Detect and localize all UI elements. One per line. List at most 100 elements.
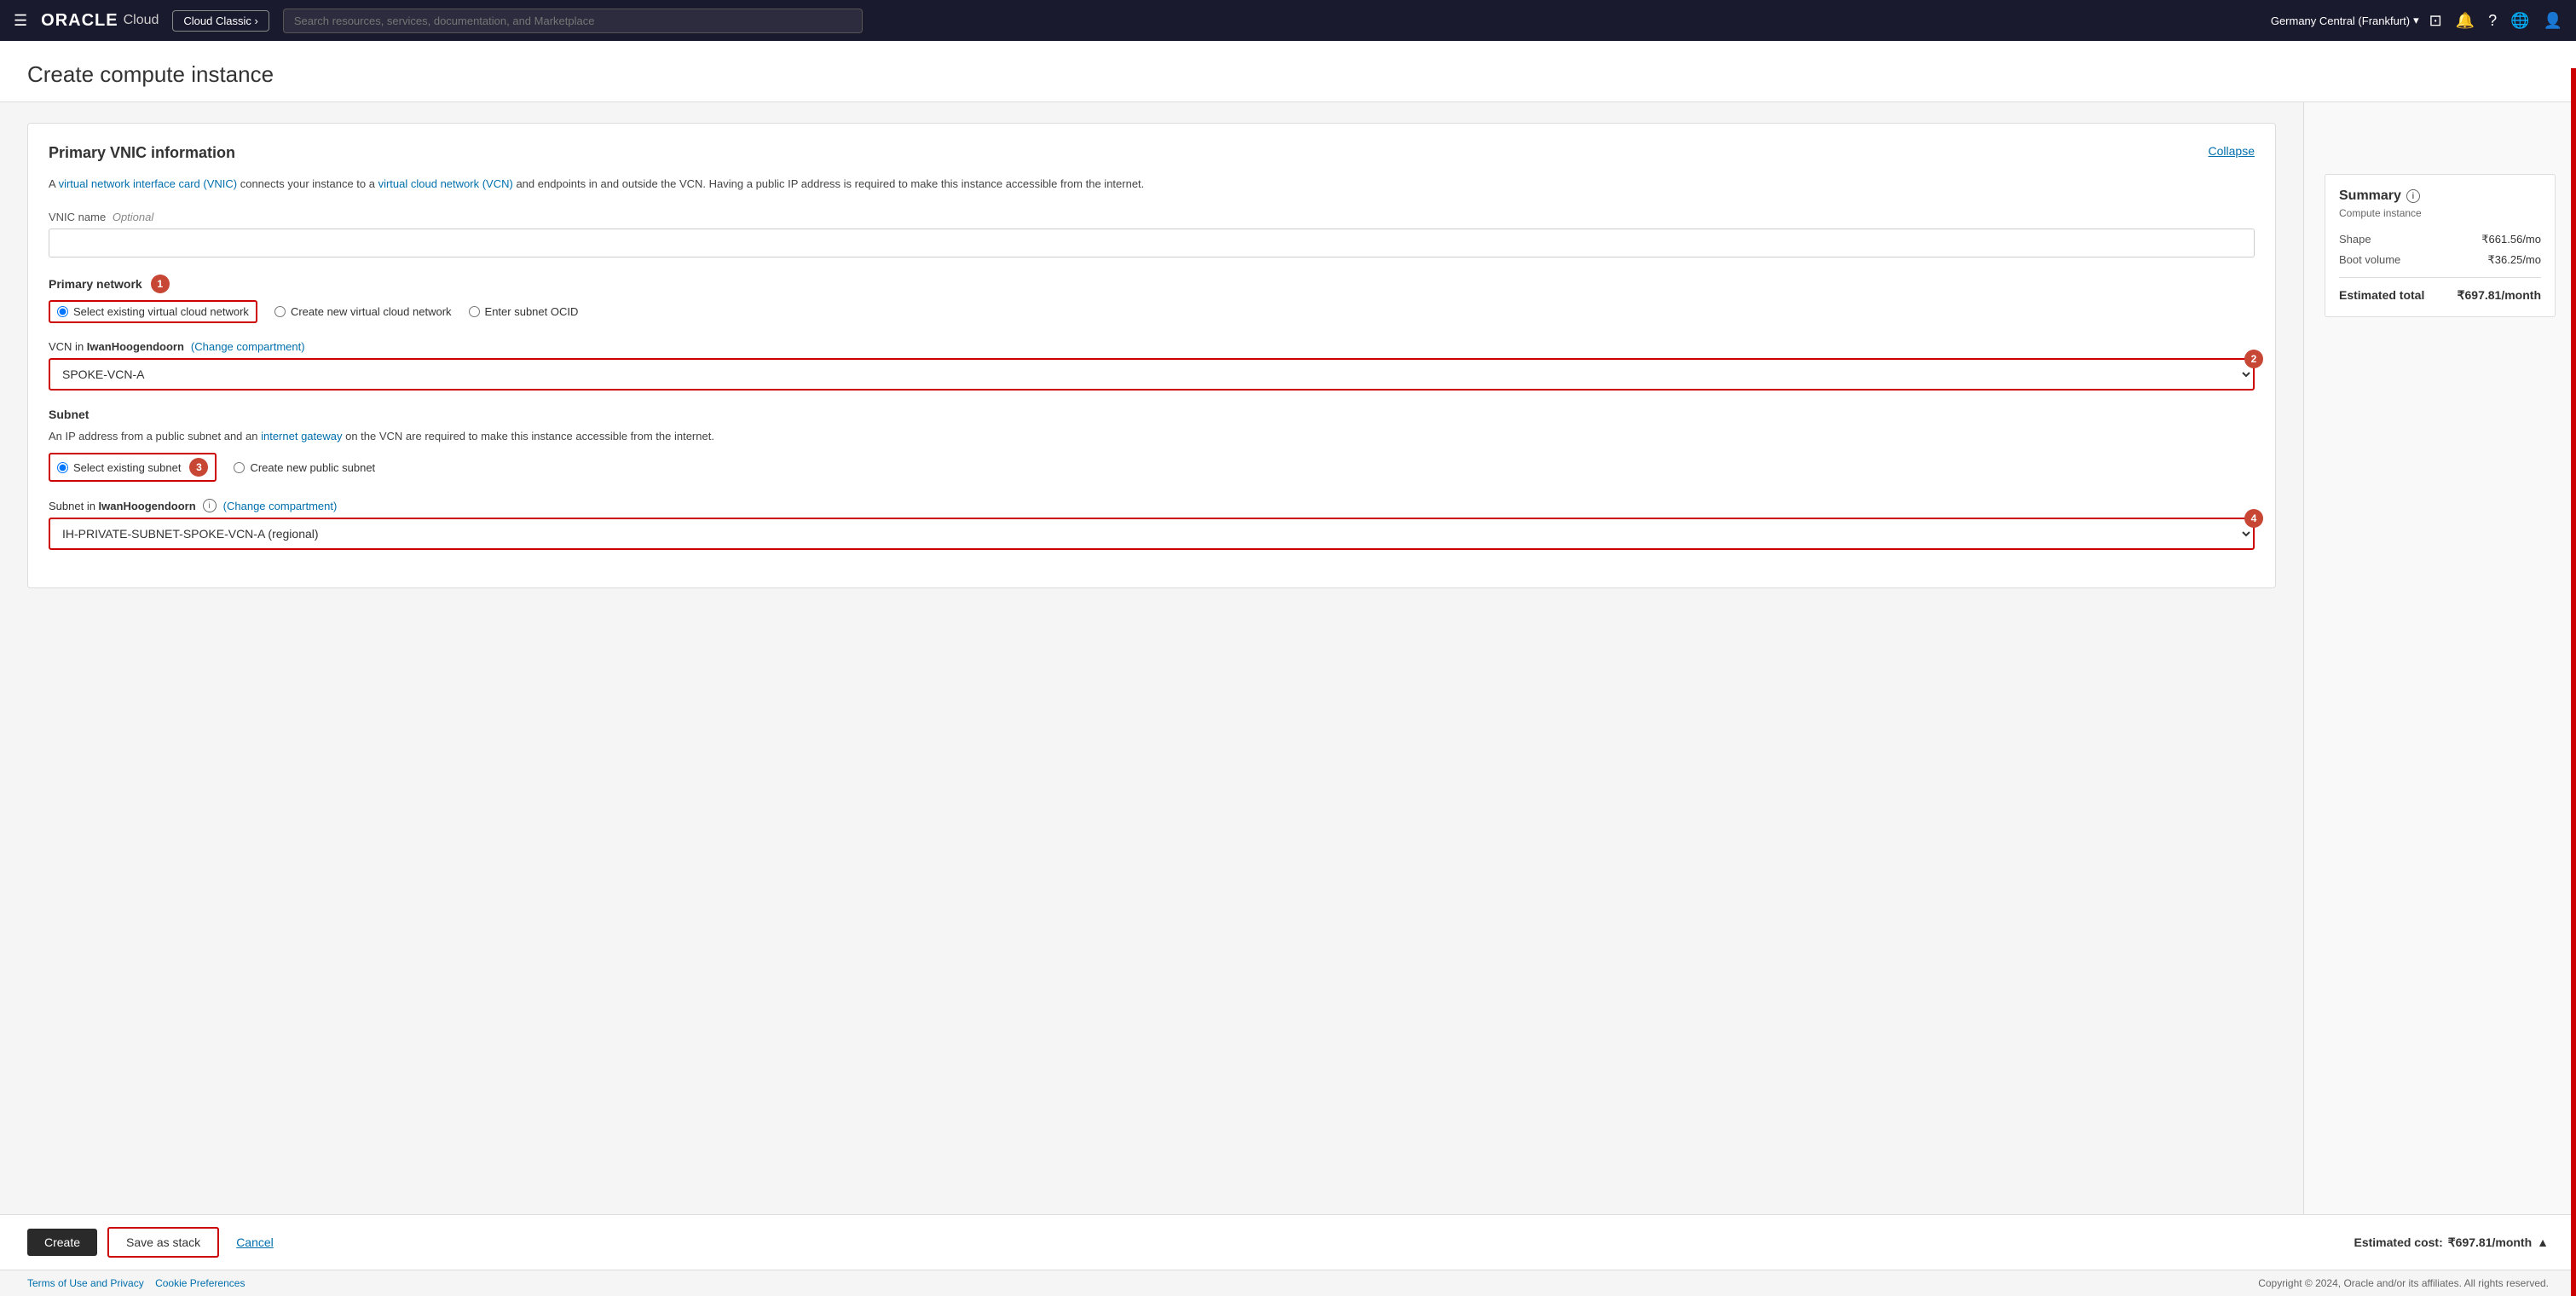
- summary-boot-label: Boot volume: [2339, 253, 2400, 266]
- subnet-label-row: Subnet in IwanHoogendoorn i (Change comp…: [49, 499, 2255, 512]
- region-label: Germany Central (Frankfurt): [2271, 14, 2410, 27]
- vcn-label-row: VCN in IwanHoogendoorn (Change compartme…: [49, 340, 2255, 353]
- summary-subtitle: Compute instance: [2339, 207, 2541, 219]
- vcn-select[interactable]: SPOKE-VCN-A: [49, 358, 2255, 391]
- primary-network-group: Primary network 1 Select existing virtua…: [49, 275, 2255, 323]
- subnet-select-container: IH-PRIVATE-SUBNET-SPOKE-VCN-A (regional)…: [49, 518, 2255, 550]
- enter-subnet-ocid-label[interactable]: Enter subnet OCID: [485, 305, 579, 318]
- terms-link[interactable]: Terms of Use and Privacy: [27, 1277, 144, 1289]
- summary-shape-row: Shape ₹661.56/mo: [2339, 233, 2541, 246]
- vnic-name-group: VNIC name Optional: [49, 211, 2255, 257]
- cookies-link[interactable]: Cookie Preferences: [155, 1277, 245, 1289]
- subnet-section: Subnet An IP address from a public subne…: [49, 408, 2255, 483]
- card-description: A virtual network interface card (VNIC) …: [49, 176, 2255, 194]
- summary-boot-row: Boot volume ₹36.25/mo: [2339, 253, 2541, 267]
- globe-icon[interactable]: 🌐: [2510, 12, 2529, 30]
- search-input[interactable]: [283, 9, 863, 33]
- summary-boot-value: ₹36.25/mo: [2488, 253, 2541, 267]
- select-existing-vcn-radio[interactable]: [57, 306, 68, 317]
- create-button[interactable]: Create: [27, 1229, 97, 1256]
- step-badge-3: 3: [189, 458, 208, 477]
- topnav-icons: ⊡ 🔔 ? 🌐 👤: [2429, 12, 2562, 30]
- console-icon[interactable]: ⊡: [2429, 12, 2442, 30]
- summary-total-value: ₹697.81/month: [2458, 288, 2541, 303]
- primary-network-label: Primary network: [49, 277, 142, 291]
- subnet-select-group: Subnet in IwanHoogendoorn i (Change comp…: [49, 499, 2255, 550]
- profile-icon[interactable]: 👤: [2544, 12, 2562, 30]
- step-badge-2: 2: [2244, 350, 2263, 368]
- vnic-name-input[interactable]: [49, 229, 2255, 257]
- create-new-vcn-option[interactable]: Create new virtual cloud network: [274, 305, 452, 318]
- vcn-link[interactable]: virtual cloud network (VCN): [378, 177, 513, 190]
- region-chevron-icon: ▾: [2413, 14, 2419, 27]
- step-badge-1: 1: [151, 275, 170, 293]
- create-new-subnet-option[interactable]: Create new public subnet: [234, 461, 375, 474]
- footer: Terms of Use and Privacy Cookie Preferen…: [0, 1270, 2576, 1296]
- footer-left: Terms of Use and Privacy Cookie Preferen…: [27, 1277, 245, 1289]
- estimated-cost-value: ₹697.81/month: [2448, 1235, 2532, 1250]
- select-existing-vcn-option[interactable]: Select existing virtual cloud network: [49, 300, 257, 323]
- card-header: Primary VNIC information Collapse: [49, 144, 2255, 162]
- subnet-info-icon[interactable]: i: [203, 499, 217, 512]
- summary-total-label: Estimated total: [2339, 288, 2424, 303]
- select-existing-subnet-option[interactable]: Select existing subnet 3: [49, 453, 217, 482]
- page-body: Primary VNIC information Collapse A virt…: [0, 102, 2576, 1214]
- summary-title: Summary i: [2339, 188, 2541, 204]
- vcn-select-group: VCN in IwanHoogendoorn (Change compartme…: [49, 340, 2255, 391]
- summary-info-icon[interactable]: i: [2406, 189, 2420, 203]
- hamburger-menu-icon[interactable]: ☰: [14, 12, 27, 30]
- estimated-cost-display: Estimated cost: ₹697.81/month ▲: [2354, 1235, 2550, 1250]
- primary-vnic-card: Primary VNIC information Collapse A virt…: [27, 123, 2276, 588]
- cancel-button[interactable]: Cancel: [229, 1229, 280, 1256]
- card-title: Primary VNIC information: [49, 144, 235, 162]
- select-existing-vcn-label[interactable]: Select existing virtual cloud network: [73, 305, 249, 318]
- footer-right: Copyright © 2024, Oracle and/or its affi…: [2258, 1277, 2549, 1289]
- vcn-select-container: SPOKE-VCN-A 2: [49, 358, 2255, 391]
- help-icon[interactable]: ?: [2488, 12, 2497, 30]
- create-new-subnet-radio[interactable]: [234, 462, 245, 473]
- subnet-description: An IP address from a public subnet and a…: [49, 428, 2255, 445]
- sidebar-summary: Summary i Compute instance Shape ₹661.56…: [2303, 102, 2576, 1214]
- enter-subnet-ocid-radio[interactable]: [469, 306, 480, 317]
- create-new-vcn-radio[interactable]: [274, 306, 286, 317]
- page-header: Create compute instance: [0, 41, 2576, 102]
- topnav-right: Germany Central (Frankfurt) ▾ ⊡ 🔔 ? 🌐 👤: [2271, 12, 2562, 30]
- vcn-label: VCN in IwanHoogendoorn: [49, 340, 184, 353]
- page-title: Create compute instance: [27, 61, 2549, 88]
- vcn-change-compartment-link[interactable]: (Change compartment): [191, 340, 305, 353]
- region-selector[interactable]: Germany Central (Frankfurt) ▾: [2271, 14, 2419, 27]
- subnet-radio-group: Select existing subnet 3 Create new publ…: [49, 453, 2255, 482]
- oracle-logo: ORACLE Cloud: [41, 11, 159, 31]
- select-existing-subnet-radio[interactable]: [57, 462, 68, 473]
- estimated-cost-label: Estimated cost:: [2354, 1235, 2443, 1249]
- cloud-text: Cloud: [124, 13, 159, 28]
- page-container: Create compute instance Primary VNIC inf…: [0, 41, 2576, 1296]
- cloud-classic-button[interactable]: Cloud Classic ›: [172, 10, 269, 32]
- bell-icon[interactable]: 🔔: [2456, 12, 2475, 30]
- subnet-select[interactable]: IH-PRIVATE-SUBNET-SPOKE-VCN-A (regional): [49, 518, 2255, 550]
- main-content: Primary VNIC information Collapse A virt…: [0, 102, 2303, 1214]
- summary-divider: [2339, 277, 2541, 278]
- save-as-stack-button[interactable]: Save as stack: [107, 1227, 219, 1258]
- vnic-link[interactable]: virtual network interface card (VNIC): [59, 177, 238, 190]
- collapse-link[interactable]: Collapse: [2209, 144, 2255, 158]
- primary-network-radio-group: Select existing virtual cloud network Cr…: [49, 300, 2255, 323]
- summary-shape-label: Shape: [2339, 233, 2371, 246]
- oracle-text: ORACLE: [41, 11, 118, 31]
- subnet-change-compartment-link[interactable]: (Change compartment): [223, 500, 338, 512]
- summary-total-row: Estimated total ₹697.81/month: [2339, 288, 2541, 303]
- vnic-name-label: VNIC name Optional: [49, 211, 2255, 223]
- summary-panel: Summary i Compute instance Shape ₹661.56…: [2325, 174, 2556, 317]
- cost-chevron-icon[interactable]: ▲: [2537, 1235, 2549, 1249]
- create-new-subnet-label[interactable]: Create new public subnet: [250, 461, 375, 474]
- step-badge-4: 4: [2244, 509, 2263, 528]
- subnet-compartment-label: Subnet in IwanHoogendoorn: [49, 500, 196, 512]
- internet-gateway-link[interactable]: internet gateway: [261, 430, 342, 443]
- summary-shape-value: ₹661.56/mo: [2481, 233, 2541, 246]
- scroll-indicator: [2571, 68, 2576, 1296]
- enter-subnet-ocid-option[interactable]: Enter subnet OCID: [469, 305, 579, 318]
- subnet-label: Subnet: [49, 408, 89, 421]
- create-new-vcn-label[interactable]: Create new virtual cloud network: [291, 305, 452, 318]
- top-navigation: ☰ ORACLE Cloud Cloud Classic › Germany C…: [0, 0, 2576, 41]
- select-existing-subnet-label[interactable]: Select existing subnet: [73, 461, 181, 474]
